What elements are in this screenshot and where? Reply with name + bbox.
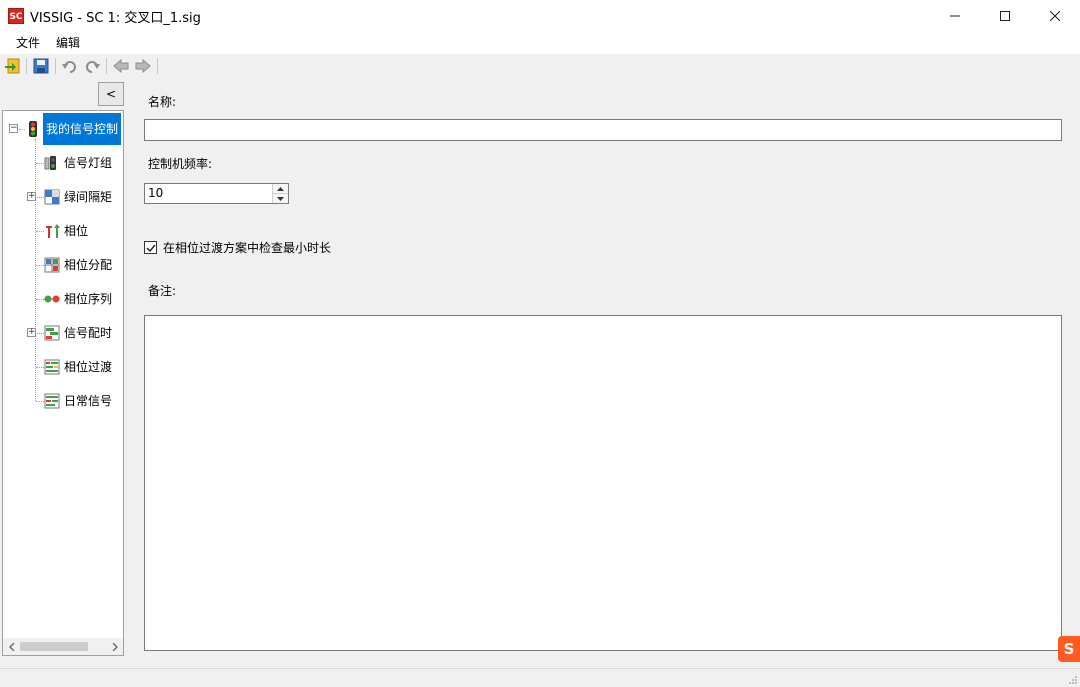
tree-connector: [36, 163, 44, 164]
checkmark-icon: [146, 244, 156, 252]
collapse-panel-button[interactable]: <: [98, 82, 124, 106]
tree-item-phases[interactable]: 相位: [44, 220, 90, 242]
back-button[interactable]: [111, 56, 131, 76]
status-bar: [0, 668, 1080, 687]
tree-item-intergreen[interactable]: 绿间隔矩: [44, 186, 114, 208]
close-icon: [1050, 11, 1060, 21]
forward-icon: [135, 58, 151, 74]
chevron-down-icon: [277, 196, 284, 201]
check-min-duration-checkbox[interactable]: [144, 241, 157, 254]
traffic-light-icon: [29, 121, 37, 137]
intergreen-icon: [44, 189, 60, 205]
tree-item-daily-signal[interactable]: 日常信号: [44, 390, 114, 412]
window-title: VISSIG - SC 1: 交叉口_1.sig: [30, 10, 201, 26]
window-controls: [930, 0, 1080, 32]
save-button[interactable]: [31, 56, 51, 76]
signal-timing-icon: [44, 325, 60, 341]
name-label: 名称:: [148, 95, 177, 109]
redo-button[interactable]: [82, 56, 102, 76]
tree-item-signal-timing[interactable]: 信号配时: [44, 322, 114, 344]
phase-transition-icon: [44, 359, 60, 375]
toolbar-separator: [55, 58, 56, 74]
toolbar: [0, 54, 1080, 78]
scroll-left-button[interactable]: [3, 638, 20, 655]
back-icon: [113, 58, 129, 74]
tree-connector: [37, 197, 44, 198]
signal-group-icon: [44, 156, 56, 170]
menu-edit[interactable]: 编辑: [48, 32, 88, 54]
daily-signal-icon: [44, 393, 60, 409]
tree-connector: [36, 401, 44, 402]
tree-item-label: 相位过渡: [64, 360, 113, 374]
tree-connector: [36, 367, 44, 368]
frequency-value[interactable]: 10: [145, 184, 272, 203]
title-bar: SC VISSIG - SC 1: 交叉口_1.sig: [0, 0, 1080, 32]
menu-bar: 文件 编辑: [0, 32, 1080, 54]
tree-item-label: 相位: [64, 224, 89, 238]
toolbar-separator: [26, 58, 27, 74]
tree-item-label: 日常信号: [64, 394, 113, 408]
tree-connector: [35, 139, 36, 401]
name-input[interactable]: [144, 119, 1062, 141]
menu-file[interactable]: 文件: [8, 32, 48, 54]
notes-label: 备注:: [148, 284, 177, 298]
toolbar-separator: [157, 58, 158, 74]
tree-connector: [36, 299, 44, 300]
tree-item-signal-groups[interactable]: 信号灯组: [44, 152, 114, 174]
tree-item-root[interactable]: 我的信号控制: [25, 113, 122, 145]
spin-buttons: [272, 184, 288, 203]
tree-item-phase-transition[interactable]: 相位过渡: [44, 356, 114, 378]
minimize-icon: [950, 15, 960, 17]
redo-icon: [86, 61, 100, 73]
tree-connector: [36, 231, 44, 232]
maximize-button[interactable]: [980, 0, 1030, 32]
tree-expander-signal-timing[interactable]: +: [27, 328, 36, 337]
tree-item-label: 相位序列: [64, 292, 113, 306]
frequency-label: 控制机频率:: [148, 157, 213, 171]
scroll-thumb[interactable]: [20, 642, 88, 651]
close-button[interactable]: [1030, 0, 1080, 32]
tree-connector: [37, 333, 44, 334]
tree-item-phase-sequence[interactable]: 相位序列: [44, 288, 114, 310]
import-icon: [5, 58, 20, 74]
chevron-left-icon: [8, 642, 14, 651]
chevron-up-icon: [277, 186, 284, 191]
increment-button[interactable]: [273, 184, 288, 194]
scroll-right-button[interactable]: [106, 638, 123, 655]
check-min-duration-label: 在相位过渡方案中检查最小时长: [163, 241, 332, 255]
tree-expander-root[interactable]: −: [9, 124, 18, 133]
tree-item-phase-assignment[interactable]: 相位分配: [44, 254, 114, 276]
undo-icon: [62, 61, 76, 73]
forward-button[interactable]: [133, 56, 153, 76]
save-icon: [33, 58, 49, 74]
tree-expander-intergreen[interactable]: +: [27, 192, 36, 201]
tree-connector: [36, 265, 44, 266]
app-icon: SC: [8, 8, 24, 24]
toolbar-separator: [106, 58, 107, 74]
tree-horizontal-scrollbar[interactable]: [3, 638, 123, 655]
check-min-duration-row[interactable]: 在相位过渡方案中检查最小时长: [144, 239, 331, 256]
tree-item-label: 相位分配: [64, 258, 113, 272]
tree-item-label: 我的信号控制: [43, 113, 122, 145]
minimize-button[interactable]: [930, 0, 980, 32]
tree-item-label: 绿间隔矩: [64, 190, 113, 204]
phase-icon: [46, 224, 60, 238]
tree-panel: − 我的信号控制 信号灯组 + 绿间隔矩 相位 相位分配 相位序列 + 信号配时…: [2, 110, 124, 656]
ime-badge-icon[interactable]: S: [1058, 636, 1080, 662]
resize-grip-icon[interactable]: [1068, 675, 1078, 685]
tree-item-label: 信号配时: [64, 326, 113, 340]
undo-button[interactable]: [60, 56, 80, 76]
decrement-button[interactable]: [273, 194, 288, 203]
phase-sequence-icon: [44, 295, 60, 303]
maximize-icon: [1000, 11, 1010, 21]
notes-textarea[interactable]: [144, 315, 1062, 651]
chevron-right-icon: [112, 642, 118, 651]
tree-item-label: 信号灯组: [64, 156, 113, 170]
import-button[interactable]: [2, 56, 22, 76]
phase-assignment-icon: [44, 257, 60, 273]
scroll-track[interactable]: [20, 638, 106, 655]
frequency-spinbox[interactable]: 10: [144, 183, 289, 204]
navigation-tree: − 我的信号控制 信号灯组 + 绿间隔矩 相位 相位分配 相位序列 + 信号配时…: [3, 111, 123, 631]
